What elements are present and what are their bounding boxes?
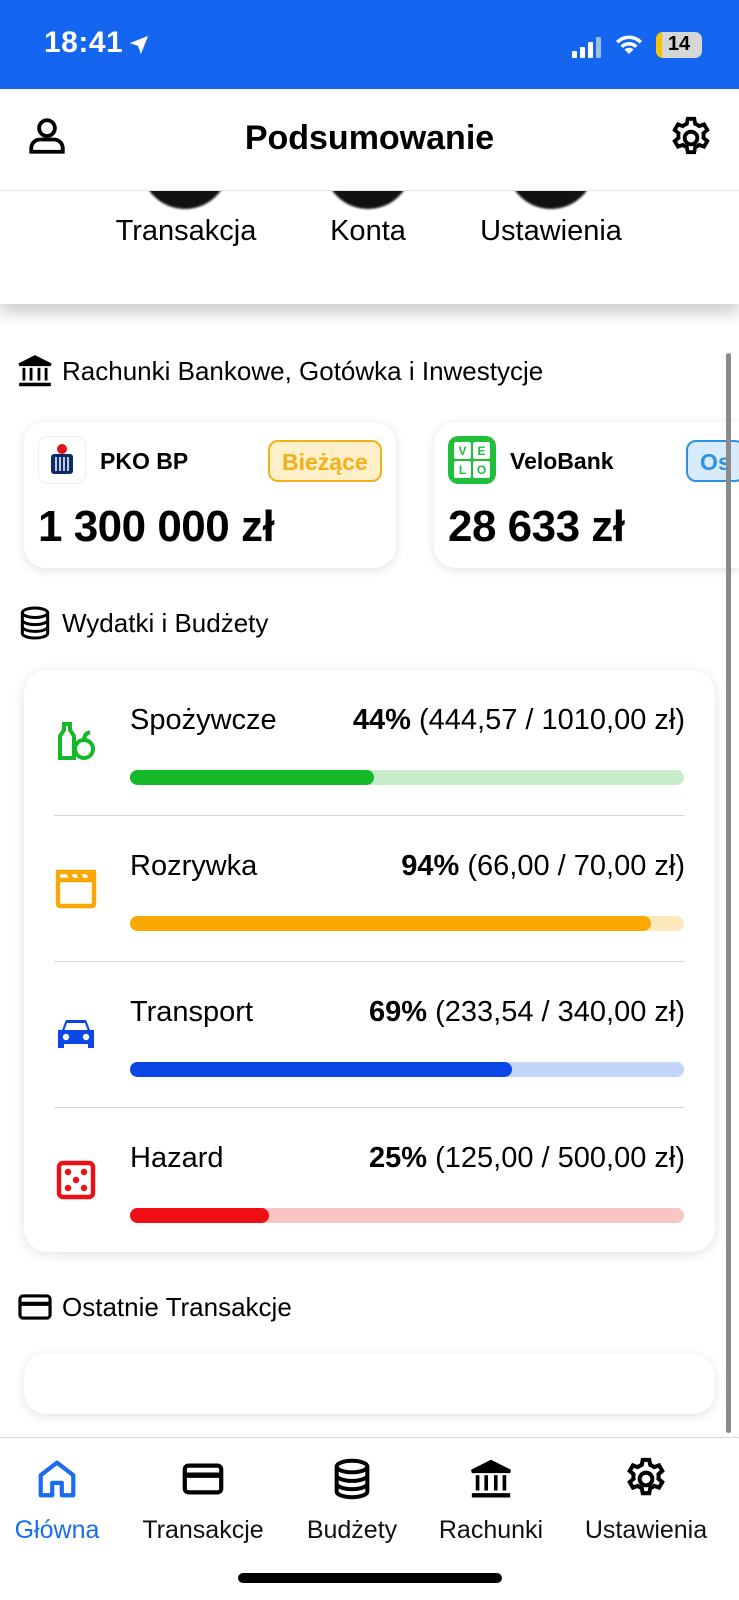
section-title: Rachunki Bankowe, Gotówka i Inwestycje xyxy=(62,355,544,386)
budget-percent: 44% xyxy=(352,704,411,736)
groceries-icon xyxy=(58,722,95,760)
cellular-signal-icon xyxy=(572,37,601,58)
budget-detail: (66,00 / 70,00 zł) xyxy=(467,850,685,882)
budget-progress-fill xyxy=(130,770,374,785)
dice-icon xyxy=(56,1160,96,1200)
budget-row-entertainment[interactable]: Rozrywka 94% (66,00 / 70,00 zł) xyxy=(24,816,715,962)
account-type-badge: Bieżące xyxy=(268,440,382,482)
gear-icon xyxy=(627,1457,665,1496)
section-title: Ostatnie Transakcje xyxy=(62,1291,292,1322)
budget-name: Spożywcze xyxy=(130,704,277,736)
page-title: Podsumowanie xyxy=(244,119,495,157)
database-icon xyxy=(20,606,50,640)
bank-icon xyxy=(471,1459,511,1498)
velobank-logo: V E L O xyxy=(448,436,496,484)
budgets-section-header: Wydatki i Budżety xyxy=(16,604,268,642)
home-indicator[interactable] xyxy=(238,1573,502,1583)
budget-name: Hazard xyxy=(130,1142,224,1174)
tab-accounts[interactable]: Rachunki xyxy=(416,1456,566,1545)
location-arrow-icon xyxy=(129,35,149,55)
budget-amount: 44% (444,57 / 1010,00 zł) xyxy=(353,704,685,737)
budget-detail: (444,57 / 1010,00 zł) xyxy=(418,704,685,736)
tab-label: Główna xyxy=(14,1516,100,1544)
credit-card-icon xyxy=(182,1463,224,1495)
svg-text:L: L xyxy=(459,463,466,477)
budget-row-gambling[interactable]: Hazard 25% (125,00 / 500,00 zł) xyxy=(24,1108,715,1254)
budget-progress-track xyxy=(130,1208,684,1223)
gear-icon[interactable] xyxy=(668,115,714,161)
tab-label: Ustawienia xyxy=(584,1516,708,1544)
quick-action-transaction[interactable]: Transakcja xyxy=(86,215,286,248)
budget-row-groceries[interactable]: Spożywcze 44% (444,57 / 1010,00 zł) xyxy=(24,670,715,816)
svg-text:V: V xyxy=(458,444,466,458)
clapperboard-icon xyxy=(55,869,97,909)
status-time: 18:41 xyxy=(44,26,124,59)
budget-progress-fill xyxy=(130,916,651,931)
credit-card-icon xyxy=(18,1294,52,1320)
account-name: PKO BP xyxy=(100,448,189,474)
budget-percent: 94% xyxy=(401,850,460,882)
database-icon xyxy=(334,1458,370,1500)
home-icon xyxy=(38,1460,76,1498)
account-balance: 28 633 zł xyxy=(448,502,625,551)
quick-action-accounts[interactable]: Konta xyxy=(268,215,468,248)
tab-transactions[interactable]: Transakcje xyxy=(128,1456,278,1545)
budget-progress-track xyxy=(130,1062,684,1077)
nav-header: Podsumowanie xyxy=(0,89,739,191)
quick-actions: Transakcja Konta Ustawienia xyxy=(0,121,739,304)
transactions-section-header: Ostatnie Transakcje xyxy=(16,1288,292,1326)
budget-amount: 94% (66,00 / 70,00 zł) xyxy=(401,850,685,883)
tab-budgets[interactable]: Budżety xyxy=(277,1456,427,1545)
accounts-section-header: Rachunki Bankowe, Gotówka i Inwestycje xyxy=(16,352,543,390)
bank-icon xyxy=(18,355,52,387)
budget-progress-fill xyxy=(130,1062,513,1077)
account-balance: 1 300 000 zł xyxy=(38,502,275,551)
quick-action-settings[interactable]: Ustawienia xyxy=(451,215,651,248)
budget-amount: 69% (233,54 / 340,00 zł) xyxy=(369,996,685,1029)
budget-name: Transport xyxy=(130,996,254,1028)
budget-amount: 25% (125,00 / 500,00 zł) xyxy=(369,1142,685,1175)
budget-detail: (125,00 / 500,00 zł) xyxy=(435,1142,685,1174)
wifi-icon xyxy=(616,35,642,54)
budget-percent: 25% xyxy=(369,1142,428,1174)
account-card-velobank[interactable]: V E L O VeloBank Os 28 633 zł xyxy=(434,422,739,568)
budget-progress-track xyxy=(130,770,684,785)
scrollbar[interactable] xyxy=(726,353,731,1433)
budget-detail: (233,54 / 340,00 zł) xyxy=(435,996,685,1028)
budget-row-transport[interactable]: Transport 69% (233,54 / 340,00 zł) xyxy=(24,962,715,1108)
status-bar: 18:41 14 xyxy=(0,0,739,89)
budget-percent: 69% xyxy=(369,996,428,1028)
battery-level: 14 xyxy=(667,33,691,55)
car-icon xyxy=(58,1020,94,1048)
budget-progress-fill xyxy=(130,1208,269,1223)
tab-label: Transakcje xyxy=(142,1516,264,1544)
tab-settings[interactable]: Ustawienia xyxy=(571,1456,721,1545)
account-card-pko[interactable]: PKO BP Bieżące 1 300 000 zł xyxy=(24,422,396,568)
account-name: VeloBank xyxy=(510,448,614,474)
tab-label: Rachunki xyxy=(438,1516,544,1544)
svg-text:O: O xyxy=(477,463,486,477)
tab-home[interactable]: Główna xyxy=(0,1456,132,1545)
budgets-card: Spożywcze 44% (444,57 / 1010,00 zł) Rozr… xyxy=(24,670,715,1252)
transactions-card[interactable] xyxy=(24,1354,715,1414)
pko-bp-logo xyxy=(38,436,86,484)
budget-name: Rozrywka xyxy=(130,850,258,882)
section-title: Wydatki i Budżety xyxy=(62,607,269,638)
battery-indicator: 14 xyxy=(656,32,702,58)
budget-progress-track xyxy=(130,916,684,931)
account-type-badge: Os xyxy=(686,440,739,482)
svg-text:E: E xyxy=(477,444,485,458)
tab-label: Budżety xyxy=(306,1516,398,1544)
